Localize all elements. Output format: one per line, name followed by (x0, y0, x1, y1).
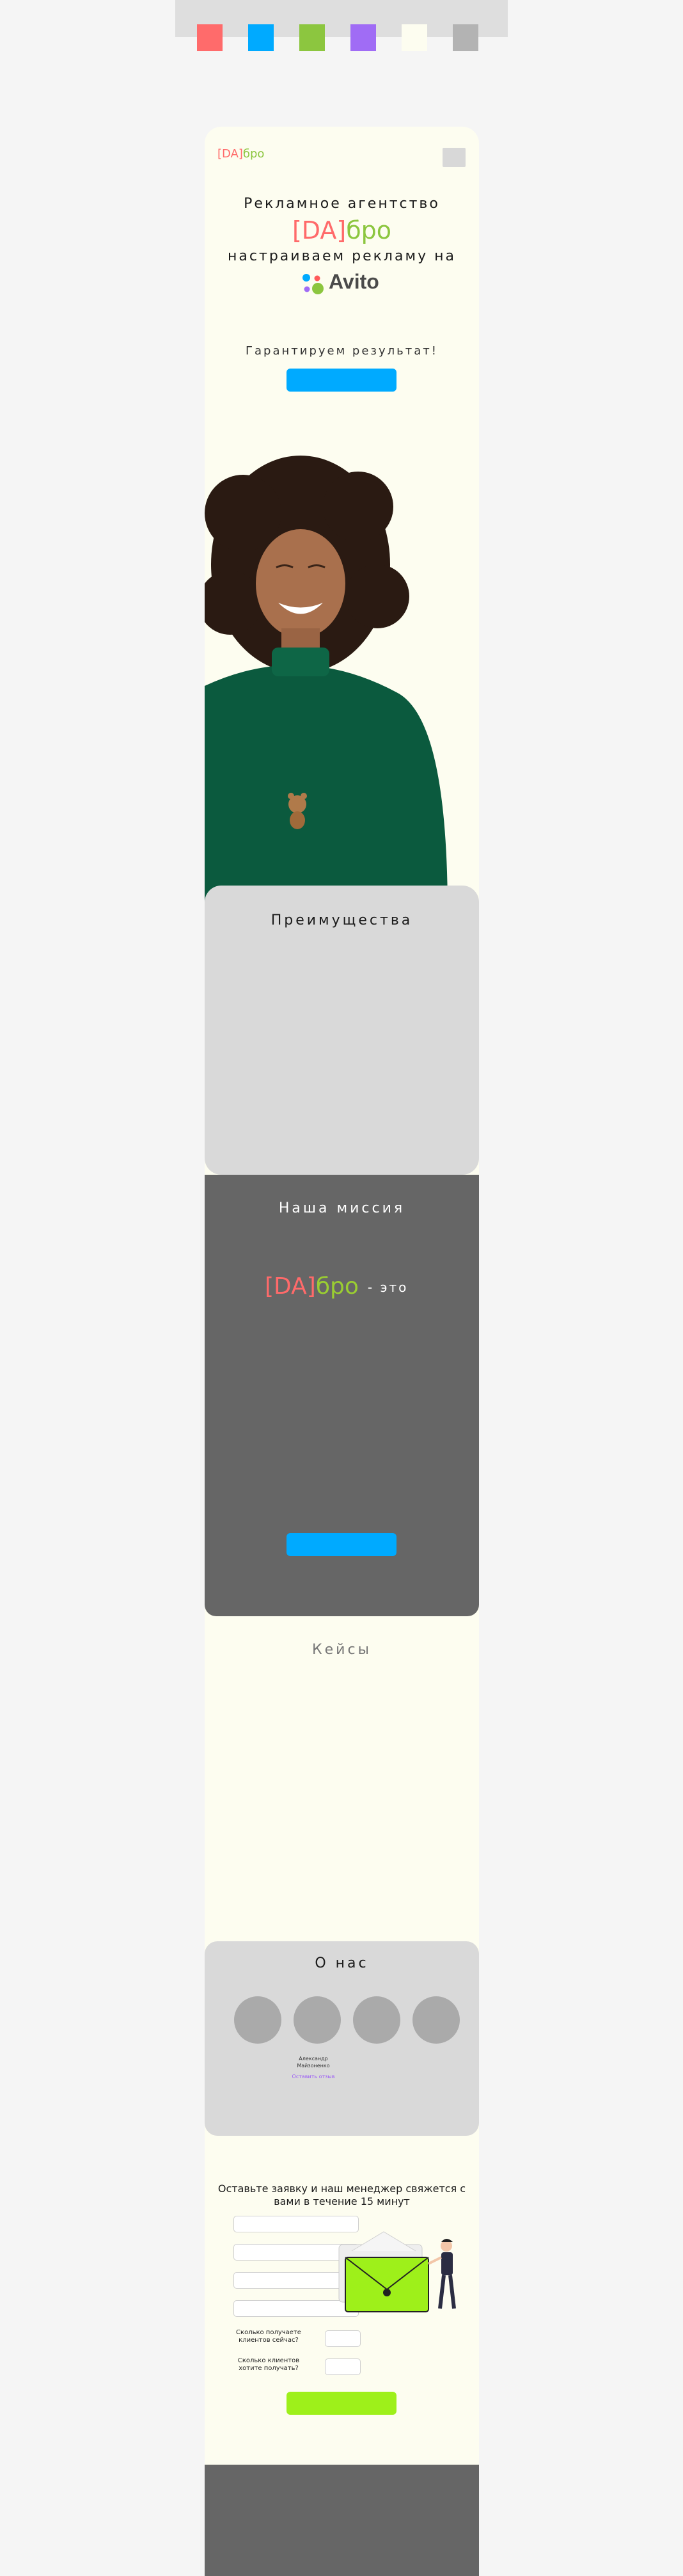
mission-dash-text: - это (367, 1280, 409, 1295)
menu-button[interactable] (443, 148, 466, 167)
mission-brand-bracket: [DA] (265, 1273, 316, 1300)
avatar[interactable] (412, 1996, 460, 2044)
mission-cta-button[interactable] (287, 1533, 396, 1556)
person-name: Александр Майзоненко (297, 2056, 330, 2069)
about-section: О нас Александр Майзоненко Оставить отзы… (205, 1941, 479, 2136)
swatch-purple (350, 24, 376, 51)
advantages-title: Преимущества (271, 912, 413, 928)
avatar[interactable] (353, 1996, 400, 2044)
submit-button[interactable] (287, 2392, 396, 2415)
desired-clients-input[interactable] (325, 2358, 361, 2375)
logo-word: бро (242, 147, 265, 161)
envelope-illustration (338, 2231, 456, 2312)
hero-cta-button[interactable] (287, 369, 396, 392)
question-current-clients: Сколько получаете клиентов сейчас? (236, 2329, 301, 2344)
footer (205, 2465, 479, 2576)
hero-line-1: Рекламное агентство (244, 196, 440, 212)
leave-review-link[interactable]: Оставить отзыв (288, 2073, 339, 2080)
mobile-page: [DA]бро Рекламное агентство [DA]бро наст… (205, 127, 479, 2576)
swatch-gray (453, 24, 478, 51)
swatch-cream (402, 24, 427, 51)
hero-line-2: настраиваем рекламу на (228, 248, 456, 264)
current-clients-input[interactable] (325, 2330, 361, 2347)
header-logo[interactable]: [DA]бро (217, 147, 264, 161)
cases-title: Кейсы (312, 1642, 372, 1658)
swatch-red (197, 24, 223, 51)
form-title: Оставьте заявку и наш менеджер свяжется … (217, 2182, 466, 2207)
mission-title: Наша миссия (278, 1200, 405, 1216)
avito-wordmark: Avito (329, 270, 379, 293)
avatar[interactable] (294, 1996, 341, 2044)
question-desired-clients: Сколько клиентов хотите получать? (237, 2357, 300, 2372)
hero-brand-bracket: [DA] (292, 216, 347, 244)
mission-section: Наша миссия [DA]бро - это (205, 1175, 479, 1616)
advantages-section: Преимущества (205, 886, 479, 1175)
swatch-blue (248, 24, 274, 51)
mission-brand-line: [DA]бро - это (265, 1273, 457, 1300)
avito-logo: Avito (301, 269, 428, 297)
hero-brand: [DA]бро (205, 216, 479, 244)
hero-photo-woman (205, 456, 448, 914)
about-title: О нас (315, 1955, 369, 1971)
swatch-green (299, 24, 325, 51)
color-palette-bar (175, 0, 508, 51)
guarantee-text: Гарантируем результат! (246, 344, 438, 358)
mission-brand-word: бро (315, 1273, 359, 1300)
avito-dots-icon (302, 274, 324, 294)
avatar[interactable] (234, 1996, 281, 2044)
hero-brand-word: бро (346, 216, 392, 244)
logo-bracket: [DA] (217, 147, 243, 161)
